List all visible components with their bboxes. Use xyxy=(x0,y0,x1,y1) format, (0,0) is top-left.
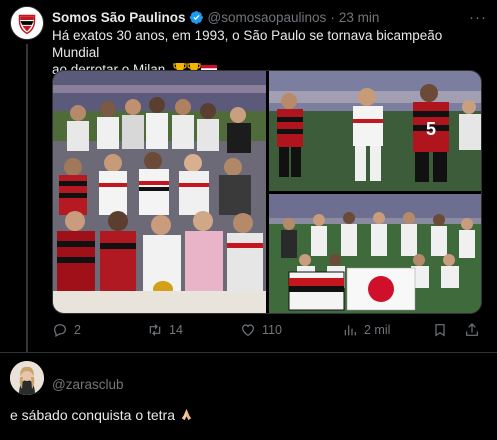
share-button[interactable] xyxy=(464,322,486,338)
team-photo[interactable] xyxy=(53,71,266,313)
repost-icon xyxy=(149,324,161,336)
tweet-media-grid[interactable]: 5 xyxy=(52,70,482,314)
reply-composer[interactable]: @zarasclub e sábado conquista o tetra xyxy=(0,353,497,440)
more-options-button[interactable]: ··· xyxy=(469,9,487,26)
tweet-timestamp[interactable]: 23 min xyxy=(339,10,380,25)
reply-count: 2 xyxy=(74,323,81,337)
repost-button[interactable]: 14 xyxy=(147,322,183,338)
repost-count: 14 xyxy=(169,323,183,337)
like-count: 110 xyxy=(262,323,282,337)
match-action-photo[interactable]: 5 xyxy=(269,71,481,191)
thread-connector-line xyxy=(26,44,28,352)
views-icon xyxy=(344,325,356,336)
svg-text:5: 5 xyxy=(426,119,436,139)
view-count: 2 mil xyxy=(364,323,391,337)
author-avatar[interactable] xyxy=(10,6,44,40)
bookmark-button[interactable] xyxy=(432,322,454,338)
author-avatar-column xyxy=(10,6,44,40)
spfc-crest-icon xyxy=(11,7,43,39)
tweet[interactable]: Somos São Paulinos @somosaopaulinos · 23… xyxy=(0,0,497,352)
author-handle[interactable]: @somosaopaulinos xyxy=(208,10,327,25)
tweet-header: Somos São Paulinos @somosaopaulinos · 23… xyxy=(52,10,379,25)
views-button[interactable]: 2 mil xyxy=(342,322,390,338)
reply-user-handle[interactable]: @zarasclub xyxy=(52,377,123,392)
heart-icon xyxy=(242,324,254,337)
verified-badge-icon xyxy=(189,10,203,25)
reply-icon xyxy=(54,324,66,338)
praying-hands-emoji xyxy=(179,407,194,425)
share-icon xyxy=(466,323,478,336)
reply-user-avatar[interactable] xyxy=(10,361,44,395)
reply-text-content: e sábado conquista o tetra xyxy=(10,407,176,423)
reply-button[interactable]: 2 xyxy=(52,322,81,338)
like-button[interactable]: 110 xyxy=(240,322,282,338)
bookmark-icon xyxy=(435,324,445,337)
author-name[interactable]: Somos São Paulinos xyxy=(52,10,186,25)
reply-text: e sábado conquista o tetra xyxy=(10,407,194,425)
team-lineup-photo[interactable] xyxy=(269,194,481,313)
tweet-actions: 2 14 110 2 mil xyxy=(52,322,482,342)
separator-dot: · xyxy=(330,10,335,25)
tweet-text-line-1: Há exatos 30 anos, em 1993, o São Paulo … xyxy=(52,28,443,60)
